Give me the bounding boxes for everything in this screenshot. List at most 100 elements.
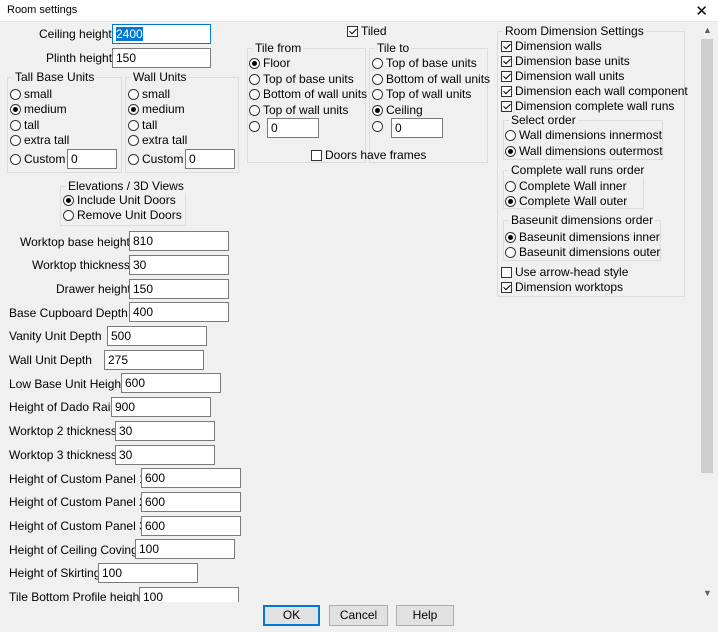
wall-unit-depth-label: Wall Unit Depth (9, 353, 92, 367)
tile-from-top-wall-radio[interactable]: Top of wall units (249, 103, 348, 117)
tile-from-top-base-radio[interactable]: Top of base units (249, 72, 354, 86)
complete-wall-inner-radio[interactable]: Complete Wall inner (505, 179, 627, 193)
custom-panel-1-input[interactable]: 600 (141, 468, 241, 488)
tile-to-custom-radio[interactable] (372, 121, 386, 132)
tile-to-top-wall-radio[interactable]: Top of wall units (372, 87, 471, 101)
tile-from-custom-input[interactable]: 0 (267, 118, 319, 138)
tile-bottom-profile-height-label: Tile Bottom Profile height (9, 590, 143, 602)
tile-to-bottom-wall-radio[interactable]: Bottom of wall units (372, 72, 490, 86)
wall-units-small-radio[interactable]: small (128, 87, 170, 101)
checkbox-checked-icon (501, 85, 512, 97)
dimension-worktops-checkbox[interactable]: Dimension worktops (501, 280, 623, 294)
close-icon[interactable]: ✕ (695, 2, 708, 20)
radio-selected-icon (505, 195, 516, 207)
baseunit-dimensions-outer-radio[interactable]: Baseunit dimensions outer (505, 245, 660, 259)
tile-to-ceiling-radio[interactable]: Ceiling (372, 103, 423, 117)
ceiling-height-label: Ceiling height (39, 27, 112, 41)
elevations-title: Elevations / 3D Views (66, 179, 186, 193)
dimension-complete-wall-runs-checkbox[interactable]: Dimension complete wall runs (501, 99, 674, 113)
worktop-thickness-label: Worktop thickness (32, 258, 130, 272)
baseunit-dimensions-inner-radio[interactable]: Baseunit dimensions inner (505, 230, 660, 244)
scroll-down-icon[interactable]: ▼ (699, 585, 716, 602)
tall-base-custom-radio[interactable]: Custom (10, 152, 65, 166)
dimension-each-wall-component-checkbox[interactable]: Dimension each wall component (501, 84, 688, 98)
worktop-2-thickness-input[interactable]: 30 (115, 421, 215, 441)
worktop-thickness-input[interactable]: 30 (129, 255, 229, 275)
wall-unit-depth-input[interactable]: 275 (104, 350, 204, 370)
wall-units-extra-tall-radio[interactable]: extra tall (128, 133, 187, 147)
ok-button[interactable]: OK (263, 605, 320, 626)
wall-dimensions-outermost-radio[interactable]: Wall dimensions outermost (505, 144, 663, 158)
radio-icon (249, 104, 260, 116)
radio-selected-icon (63, 194, 74, 206)
worktop-base-height-label: Worktop base height (20, 235, 130, 249)
radio-icon (10, 88, 21, 100)
cancel-button[interactable]: Cancel (329, 605, 388, 626)
tall-base-extra-tall-radio[interactable]: extra tall (10, 133, 69, 147)
include-unit-doors-radio[interactable]: Include Unit Doors (63, 193, 176, 207)
dimension-wall-units-checkbox[interactable]: Dimension wall units (501, 69, 624, 83)
vanity-unit-depth-input[interactable]: 500 (107, 326, 207, 346)
tall-base-tall-radio[interactable]: tall (10, 118, 39, 132)
scrollbar-thumb[interactable] (701, 39, 713, 473)
use-arrow-head-style-checkbox[interactable]: Use arrow-head style (501, 265, 628, 279)
tile-from-bottom-wall-radio[interactable]: Bottom of wall units (249, 87, 367, 101)
scroll-up-icon[interactable]: ▲ (699, 22, 716, 39)
tile-to-custom-input[interactable]: 0 (391, 118, 443, 138)
wall-units-tall-radio[interactable]: tall (128, 118, 157, 132)
worktop-base-height-input[interactable]: 810 (129, 231, 229, 251)
radio-icon (128, 153, 139, 165)
tile-to-top-base-radio[interactable]: Top of base units (372, 56, 477, 70)
plinth-height-input[interactable]: 150 (112, 48, 211, 68)
radio-icon (249, 73, 260, 85)
tile-from-title: Tile from (253, 41, 304, 55)
wall-dimensions-innermost-radio[interactable]: Wall dimensions innermost (505, 128, 662, 142)
worktop-3-thickness-input[interactable]: 30 (115, 445, 215, 465)
help-button[interactable]: Help (396, 605, 454, 626)
custom-panel-2-label: Height of Custom Panel 2 (9, 495, 146, 509)
tall-base-small-radio[interactable]: small (10, 87, 52, 101)
radio-icon (249, 121, 260, 132)
radio-icon (372, 57, 383, 69)
radio-icon (128, 119, 139, 131)
wall-units-custom-input[interactable]: 0 (185, 149, 235, 169)
wall-units-custom-radio[interactable]: Custom (128, 152, 183, 166)
radio-selected-icon (128, 103, 139, 115)
radio-icon (63, 209, 74, 221)
dimension-walls-checkbox[interactable]: Dimension walls (501, 39, 602, 53)
checkbox-checked-icon (501, 281, 512, 293)
title-bar: Room settings ✕ (0, 0, 718, 22)
tall-base-medium-radio[interactable]: medium (10, 102, 67, 116)
radio-selected-icon (505, 145, 516, 157)
plinth-height-label: Plinth height (46, 51, 113, 65)
tile-bottom-profile-height-input[interactable]: 100 (139, 587, 239, 602)
radio-icon (128, 134, 139, 146)
complete-wall-runs-order-title: Complete wall runs order (509, 163, 647, 177)
custom-panel-2-input[interactable]: 600 (141, 492, 241, 512)
radio-icon (505, 246, 516, 258)
checkbox-icon (311, 149, 322, 161)
base-cupboard-depth-input[interactable]: 400 (129, 302, 229, 322)
wall-units-title: Wall Units (131, 70, 189, 84)
ceiling-coving-input[interactable]: 100 (135, 539, 235, 559)
low-base-unit-height-input[interactable]: 600 (121, 373, 221, 393)
radio-selected-icon (372, 104, 383, 116)
tiled-checkbox[interactable]: Tiled (347, 24, 387, 38)
height-of-dado-rail-label: Height of Dado Rail (9, 400, 114, 414)
custom-panel-3-input[interactable]: 600 (141, 516, 241, 536)
tile-from-floor-radio[interactable]: Floor (249, 56, 290, 70)
tile-from-custom-radio[interactable] (249, 121, 263, 132)
dimension-base-units-checkbox[interactable]: Dimension base units (501, 54, 630, 68)
complete-wall-outer-radio[interactable]: Complete Wall outer (505, 194, 627, 208)
ceiling-height-input[interactable]: 2400 (112, 24, 211, 44)
low-base-unit-height-label: Low Base Unit Height (9, 377, 125, 391)
doors-have-frames-checkbox[interactable]: Doors have frames (311, 148, 426, 162)
worktop-3-thickness-label: Worktop 3 thickness (9, 448, 117, 462)
wall-units-medium-radio[interactable]: medium (128, 102, 185, 116)
height-of-skirting-input[interactable]: 100 (98, 563, 198, 583)
height-of-dado-rail-input[interactable]: 900 (111, 397, 211, 417)
vertical-scrollbar[interactable]: ▲ ▼ (699, 22, 716, 602)
tall-base-custom-input[interactable]: 0 (67, 149, 117, 169)
remove-unit-doors-radio[interactable]: Remove Unit Doors (63, 208, 182, 222)
drawer-height-input[interactable]: 150 (129, 279, 229, 299)
